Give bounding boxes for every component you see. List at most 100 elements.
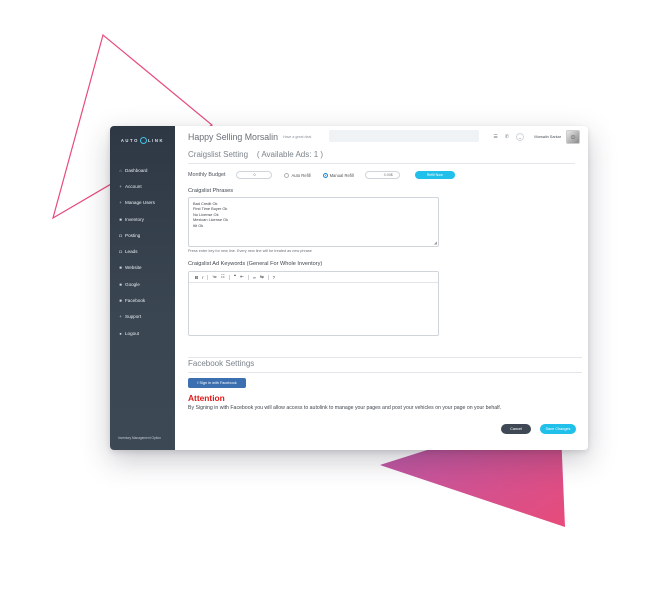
topbar: Happy Selling Morsalin Have a great deal… [175, 126, 588, 148]
budget-row: Monthly Budget 0 Auto Refill Manual Refi… [188, 170, 575, 180]
logo-text-left: AUTO [120, 137, 139, 143]
keywords-label: Craigslist Ad Keywords (General For Whol… [188, 261, 323, 267]
sidebar-item-logout[interactable]: ● Logout [110, 325, 175, 341]
logo-mark-icon [140, 136, 147, 144]
link-icon[interactable]: ∞ [253, 275, 256, 280]
chevron-down-icon[interactable]: ⌄ [516, 133, 524, 141]
sidebar-item-label: Support [125, 314, 142, 320]
main-panel: Happy Selling Morsalin Have a great deal… [175, 126, 588, 450]
bullet-list-icon[interactable]: ☷ [221, 274, 225, 280]
italic-icon[interactable]: I [202, 275, 203, 280]
website-icon: ■ [119, 265, 122, 271]
monthly-budget-input[interactable]: 0 [236, 171, 273, 179]
menu-icon[interactable]: ☰ [493, 134, 497, 140]
manual-refill-label: Manual Refill [329, 172, 354, 178]
keywords-editor[interactable]: B I ≔ ☷ ❝ ⇤ ∞ ⇆? [188, 271, 439, 336]
sidebar-item-label: Inventory [125, 216, 144, 222]
phrase-line: Itit Ok [193, 222, 204, 228]
sidebar-item-account[interactable]: + Account [110, 178, 175, 194]
sidebar-item-label: Facebook [125, 298, 146, 304]
sidebar-item-inventory[interactable]: ■ Inventory [110, 211, 175, 227]
logo-text-right: LINK [148, 137, 165, 143]
search-bar[interactable] [329, 130, 479, 142]
sidebar-item-label: Leads [125, 249, 138, 255]
sidebar-item-label: Account [125, 183, 142, 189]
plus-icon: + [119, 314, 122, 320]
manual-refill-radio[interactable]: Manual Refill [322, 172, 354, 178]
sidebar-item-label: Website [125, 265, 142, 271]
sidebar-item-label: Dashboard [125, 167, 148, 173]
refill-amount-input[interactable]: 0.00$ [364, 171, 400, 179]
sidebar-item-label: Logout [125, 330, 140, 336]
sidebar-nav: ⌂ Dashboard + Account + Manage Users ■ Inventor… [110, 162, 175, 341]
divider [188, 357, 582, 358]
facebook-signin-button[interactable]: f Sign in with Facebook [188, 378, 246, 388]
monthly-budget-label: Monthly Budget [188, 172, 226, 178]
craigslist-title: Craigslist Setting ( Available Ads: 1 ) [188, 150, 575, 159]
sidebar-item-label: Manage Users [125, 200, 155, 206]
phrases-label: Craigslist Phrases [188, 188, 234, 194]
greeting-title: Happy Selling Morsalin [188, 132, 278, 142]
inventory-icon: ■ [119, 216, 122, 222]
sidebar-item-leads[interactable]: ◘ Leads [110, 243, 175, 259]
radio-unchecked-icon [284, 172, 290, 178]
auto-refill-label: Auto Refill [291, 172, 311, 178]
divider [188, 163, 575, 164]
plus-icon: + [119, 200, 122, 206]
outdent-icon[interactable]: ⇤ [240, 274, 244, 280]
facebook-section: Facebook Settings f Sign in with Faceboo… [188, 359, 582, 411]
phrases-textarea[interactable]: Bad Credit Ok First Time Buyer Ok No Licen… [188, 197, 439, 247]
phrases-list: Bad Credit Ok First Time Buyer Ok No Licen… [193, 201, 434, 228]
ordered-list-icon[interactable]: ≔ [212, 274, 216, 280]
toolbar-separator [228, 274, 230, 280]
phone-icon[interactable]: ✆ [505, 134, 509, 140]
craigslist-title-text: Craigslist Setting [188, 150, 249, 159]
user-name[interactable]: Morsalin Sarkar [534, 135, 561, 139]
facebook-title: Facebook Settings [188, 359, 255, 368]
sidebar-item-dashboard[interactable]: ⌂ Dashboard [110, 162, 175, 178]
sidebar-item-google[interactable]: ■ Google [110, 276, 175, 292]
leads-icon: ◘ [119, 249, 122, 255]
toolbar-separator [207, 274, 209, 280]
posting-icon: ◘ [119, 232, 122, 238]
cancel-button[interactable]: Cancel [501, 424, 531, 434]
sidebar-item-website[interactable]: ■ Website [110, 260, 175, 276]
facebook-icon: ■ [119, 298, 122, 304]
resize-handle-icon[interactable]: ◢ [434, 240, 437, 245]
google-icon: ■ [119, 281, 122, 287]
attention-heading: Attention [188, 393, 225, 403]
editor-toolbar: B I ≔ ☷ ❝ ⇤ ∞ ⇆? [189, 272, 438, 283]
save-changes-button[interactable]: Save Changes [540, 424, 576, 434]
unlink-icon[interactable]: ⇆ [260, 274, 264, 280]
sidebar-tagline: Inventory Management Option [118, 436, 161, 440]
sidebar-item-label: Posting [125, 232, 141, 238]
attention-text: By Signing in with Facebook you will all… [188, 405, 502, 411]
phrases-hint: Press enter key for new line. Every new … [188, 249, 312, 253]
quote-icon[interactable]: ❝ [234, 274, 236, 280]
sidebar-item-facebook[interactable]: ■ Facebook [110, 292, 175, 308]
action-buttons: Cancel Save Changes [501, 424, 576, 434]
topbar-icons: ☰ ✆ ⌄ [493, 133, 524, 141]
bold-icon[interactable]: B [195, 275, 198, 280]
sidebar-item-support[interactable]: + Support [110, 309, 175, 325]
auto-refill-radio[interactable]: Auto Refill [284, 172, 311, 178]
page: AUTO LINK ⌂ Dashboard + Account + Manage User… [0, 0, 647, 597]
logo[interactable]: AUTO LINK [110, 128, 175, 152]
sidebar: AUTO LINK ⌂ Dashboard + Account + Manage User… [110, 126, 175, 450]
toolbar-separator [267, 274, 269, 280]
divider [188, 372, 582, 373]
help-icon[interactable]: ? [273, 275, 275, 280]
plus-icon: + [119, 183, 122, 189]
toolbar-separator [247, 274, 249, 280]
sidebar-item-label: Google [125, 281, 140, 287]
available-ads: ( Available Ads: 1 ) [256, 150, 324, 159]
radio-checked-icon [322, 172, 328, 178]
sidebar-item-posting[interactable]: ◘ Posting [110, 227, 175, 243]
greeting-subtext: Have a great deal [282, 135, 312, 139]
craigslist-section: Craigslist Setting ( Available Ads: 1 ) … [175, 150, 588, 336]
sidebar-item-manage-users[interactable]: + Manage Users [110, 195, 175, 211]
refill-now-button[interactable]: Refill Now [414, 171, 455, 179]
logout-icon: ● [119, 330, 122, 336]
app-window: AUTO LINK ⌂ Dashboard + Account + Manage User… [110, 126, 588, 450]
avatar[interactable]: ☺ [566, 130, 580, 144]
